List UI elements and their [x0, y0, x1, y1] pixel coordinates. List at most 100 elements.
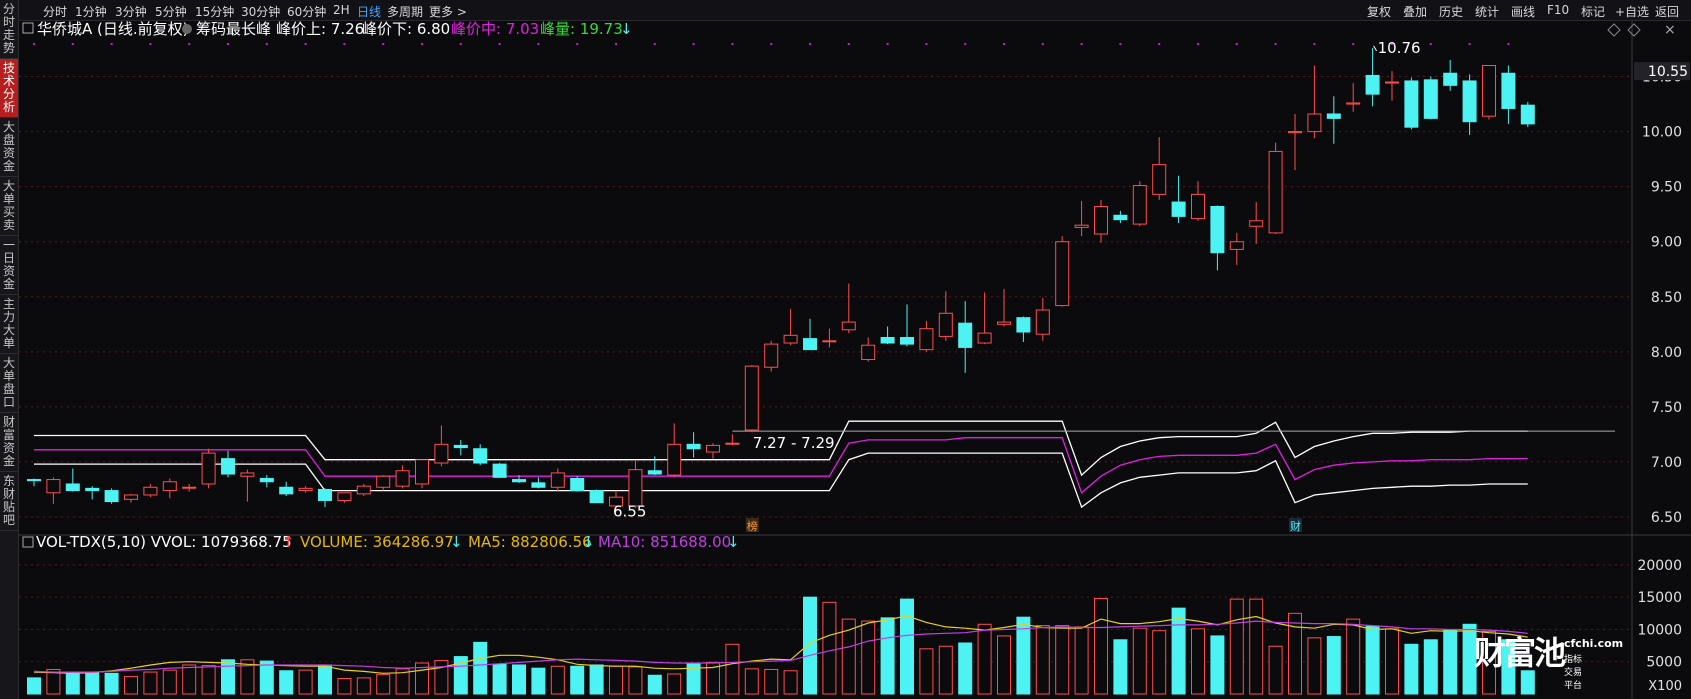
- candle[interactable]: [104, 488, 119, 504]
- volume-bar[interactable]: [1443, 629, 1458, 695]
- volume-bar[interactable]: [609, 665, 623, 695]
- candle[interactable]: [1268, 142, 1283, 234]
- volume-bar[interactable]: [1113, 639, 1128, 695]
- marker-dot: [382, 43, 385, 45]
- volume-bar[interactable]: [1055, 625, 1070, 695]
- volume-bar[interactable]: [1404, 643, 1419, 695]
- volume-bar[interactable]: [997, 635, 1011, 695]
- volume-bar[interactable]: [279, 670, 294, 695]
- candle-body: [783, 334, 798, 344]
- high-price-label: 10.76: [1378, 39, 1421, 57]
- candle[interactable]: [201, 448, 216, 489]
- candle-body: [512, 479, 526, 483]
- volume-bar[interactable]: [182, 664, 197, 695]
- volume-bar[interactable]: [1520, 670, 1535, 695]
- volume-bar[interactable]: [85, 672, 100, 695]
- candle[interactable]: [1423, 76, 1438, 120]
- volume-bar[interactable]: [861, 620, 876, 695]
- volume-bar[interactable]: [1346, 618, 1361, 695]
- indicator-icon: [182, 24, 192, 34]
- event-badge-1-text: 榜: [747, 519, 758, 533]
- volume-bar[interactable]: [589, 664, 604, 695]
- volume-bar[interactable]: [143, 671, 158, 695]
- volume-bar[interactable]: [725, 643, 740, 695]
- volume-bar[interactable]: [570, 665, 585, 695]
- candle[interactable]: [1482, 65, 1496, 120]
- volume-bar[interactable]: [492, 663, 507, 695]
- volume-bar[interactable]: [1152, 630, 1167, 695]
- candle[interactable]: [1404, 77, 1419, 130]
- range-label: 7.27 - 7.29: [753, 434, 835, 452]
- candle-body: [706, 444, 720, 453]
- volume-bar[interactable]: [938, 645, 953, 695]
- volume-bar[interactable]: [531, 667, 546, 695]
- volume-arrow-4: ↓: [727, 533, 740, 551]
- candle[interactable]: [570, 476, 585, 492]
- volume-bar[interactable]: [298, 669, 313, 695]
- volume-bar[interactable]: [764, 668, 779, 695]
- marker-dot: [1041, 43, 1044, 45]
- volume-bar[interactable]: [647, 674, 662, 695]
- volume-bar[interactable]: [1191, 628, 1205, 695]
- volume-bar[interactable]: [1307, 637, 1322, 695]
- volume-bar[interactable]: [783, 670, 798, 695]
- volume-bar[interactable]: [977, 623, 992, 695]
- volume-bar[interactable]: [1132, 627, 1147, 695]
- volume-bar[interactable]: [337, 678, 352, 695]
- volume-bar[interactable]: [1385, 628, 1399, 695]
- volume-bar[interactable]: [1171, 607, 1186, 695]
- volume-bar[interactable]: [667, 673, 682, 695]
- volume-bar[interactable]: [1035, 625, 1050, 695]
- candle[interactable]: [744, 365, 759, 433]
- candle-body: [1229, 241, 1244, 250]
- volume-bar[interactable]: [1229, 598, 1244, 695]
- volume-bar[interactable]: [65, 672, 80, 695]
- volume-bar[interactable]: [550, 665, 565, 695]
- candle[interactable]: [764, 340, 779, 372]
- volume-bar[interactable]: [880, 617, 895, 695]
- volume-bar[interactable]: [1268, 645, 1283, 695]
- volume-bar[interactable]: [744, 668, 759, 695]
- volume-bar[interactable]: [1326, 636, 1341, 695]
- candle[interactable]: [492, 463, 507, 478]
- volume-bar[interactable]: [434, 659, 449, 695]
- marker-dot: [33, 43, 35, 45]
- volume-bar[interactable]: [376, 674, 391, 695]
- volume-bar[interactable]: [259, 660, 274, 695]
- volume-bar[interactable]: [124, 676, 138, 695]
- volume-bar[interactable]: [318, 664, 332, 695]
- volume-bar[interactable]: [221, 659, 235, 695]
- volume-arrow-2: ↓: [450, 533, 463, 551]
- candle[interactable]: [589, 489, 604, 504]
- volume-bar[interactable]: [900, 598, 914, 695]
- volume-bar[interactable]: [512, 664, 526, 695]
- volume-bar[interactable]: [162, 669, 177, 695]
- price-tick-label: 7.00: [1651, 455, 1682, 471]
- volume-bar[interactable]: [803, 596, 817, 695]
- candle[interactable]: [1055, 236, 1070, 307]
- candle-body: [1365, 74, 1380, 95]
- candle[interactable]: [356, 483, 371, 497]
- volume-bar[interactable]: [1074, 626, 1089, 695]
- stock-chart[interactable]: 10.5010.009.509.008.508.007.507.006.5020…: [0, 0, 1691, 699]
- candle[interactable]: [415, 459, 429, 489]
- candle[interactable]: [1132, 181, 1147, 227]
- volume-bar[interactable]: [822, 601, 837, 695]
- volume-bar[interactable]: [1365, 625, 1380, 695]
- volume-bar[interactable]: [628, 666, 643, 695]
- volume-bar[interactable]: [27, 677, 41, 695]
- volume-bar[interactable]: [1094, 597, 1108, 695]
- volume-bar[interactable]: [958, 642, 973, 695]
- candle[interactable]: [1520, 101, 1535, 128]
- volume-bar[interactable]: [1249, 598, 1264, 695]
- volume-bar[interactable]: [1423, 639, 1438, 695]
- volume-bar[interactable]: [919, 648, 934, 695]
- candle-body: [531, 482, 546, 488]
- peak-lower-label: 峰价下: 6.80: [362, 20, 450, 38]
- volume-bar[interactable]: [104, 672, 119, 695]
- candle-body: [667, 443, 682, 476]
- volume-bar[interactable]: [356, 677, 371, 695]
- volume-bar[interactable]: [201, 665, 216, 695]
- volume-bar[interactable]: [1210, 635, 1225, 695]
- volume-bar[interactable]: [473, 641, 488, 695]
